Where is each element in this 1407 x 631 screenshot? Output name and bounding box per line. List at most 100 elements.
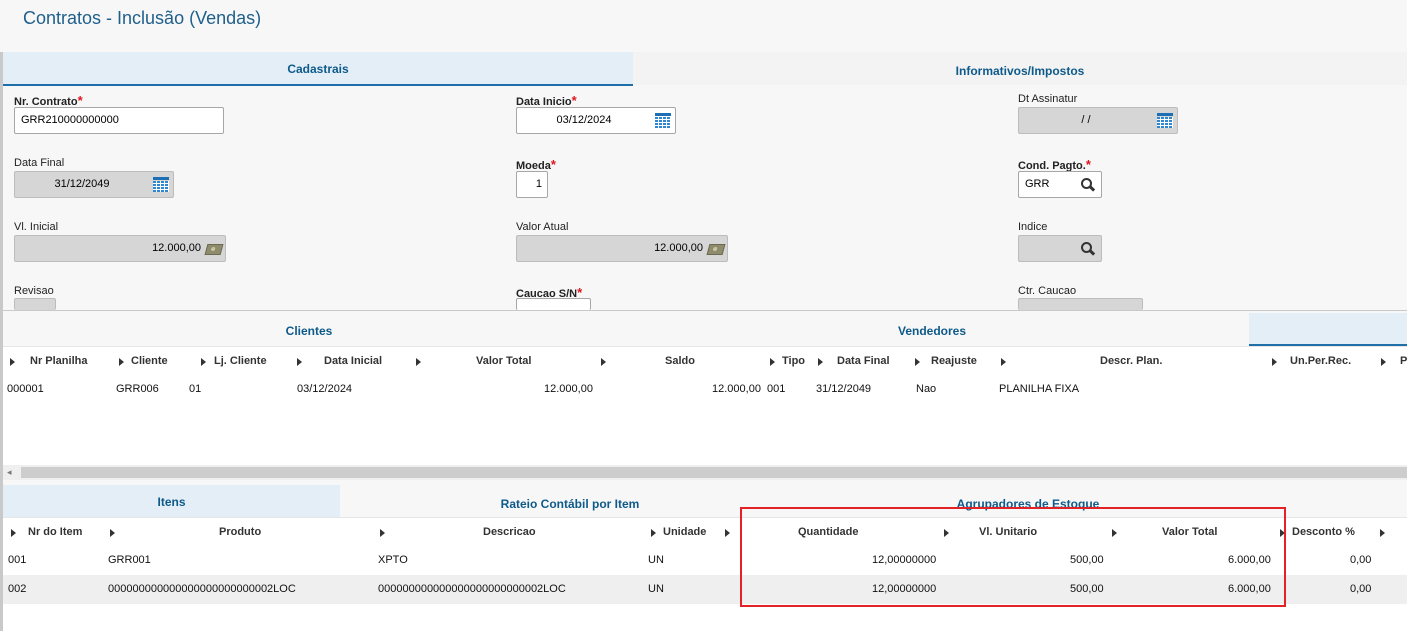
cell: 000000000000000000000000002LOC	[108, 583, 296, 595]
column-arrow-icon[interactable]	[416, 358, 421, 366]
calendar-icon[interactable]	[153, 177, 169, 192]
calendar-icon[interactable]	[1157, 113, 1173, 128]
cond-pagto-input[interactable]: GRR	[1018, 171, 1102, 198]
cell: Nao	[916, 383, 937, 395]
tab-cadastrais[interactable]: Cadastrais	[3, 52, 633, 86]
tab-clientes[interactable]: Clientes	[3, 314, 615, 346]
column-arrow-icon[interactable]	[119, 358, 124, 366]
tab-itens[interactable]: Itens	[3, 485, 340, 519]
column-arrow-icon[interactable]	[10, 358, 15, 366]
col-data-final[interactable]: Data Final	[837, 347, 890, 375]
caucao-select[interactable]	[516, 298, 591, 310]
data-inicio-label: Data Inicio*	[516, 93, 577, 108]
data-inicio-value: 03/12/2024	[556, 114, 612, 126]
col-un-per-rec[interactable]: Un.Per.Rec.	[1290, 347, 1351, 375]
cell: 03/12/2024	[297, 383, 353, 395]
col-saldo[interactable]: Saldo	[665, 347, 695, 375]
cond-pagto-label: Cond. Pagto.*	[1018, 157, 1091, 172]
column-arrow-icon[interactable]	[380, 529, 385, 537]
cell: 000000000000000000000000002LOC	[378, 583, 566, 595]
scrollbar-thumb[interactable]	[21, 467, 1407, 478]
moeda-input[interactable]: 1	[516, 171, 548, 198]
dt-assinatur-input[interactable]: / /	[1018, 107, 1178, 134]
cell: 12.000,00	[544, 383, 593, 395]
highlight-box	[740, 507, 1286, 607]
indice-label: Indice	[1018, 221, 1048, 233]
scroll-left-icon[interactable]: ◂	[7, 465, 12, 480]
vl-inicial-value: 12.000,00	[152, 242, 201, 254]
nr-contrato-label: Nr. Contrato*	[14, 93, 83, 108]
column-arrow-icon[interactable]	[725, 529, 730, 537]
search-icon[interactable]	[1081, 242, 1096, 256]
revisao-input[interactable]	[14, 298, 56, 310]
data-final-value: 31/12/2049	[54, 178, 110, 190]
cell: 0,00	[1350, 583, 1372, 595]
col-nr-do-item[interactable]: Nr do Item	[28, 518, 82, 546]
column-arrow-icon[interactable]	[770, 358, 775, 366]
col-valor-total[interactable]: Valor Total	[476, 347, 531, 375]
revisao-label: Revisao	[14, 285, 54, 297]
cell: 001	[767, 383, 786, 395]
col-descr-plan[interactable]: Descr. Plan.	[1100, 347, 1162, 375]
column-arrow-icon[interactable]	[1381, 358, 1386, 366]
column-arrow-icon[interactable]	[110, 529, 115, 537]
planilha-grid-header: Nr Planilha Cliente Lj. Cliente Data Ini…	[3, 346, 1407, 376]
data-inicio-input[interactable]: 03/12/2024	[516, 107, 676, 134]
indice-input[interactable]	[1018, 235, 1102, 262]
cell: 000001	[7, 383, 44, 395]
col-desconto[interactable]: Desconto %	[1292, 518, 1355, 546]
tab-active-partial[interactable]	[1249, 313, 1407, 346]
divider	[3, 310, 1407, 311]
page-title: Contratos - Inclusão (Vendas)	[23, 8, 262, 28]
column-arrow-icon[interactable]	[1272, 358, 1277, 366]
cell: GRR006	[116, 383, 159, 395]
vl-inicial-input[interactable]: 12.000,00	[14, 235, 226, 262]
cell: 001	[8, 554, 27, 566]
calendar-icon[interactable]	[655, 113, 671, 128]
col-cliente[interactable]: Cliente	[131, 347, 168, 375]
column-arrow-icon[interactable]	[1001, 358, 1006, 366]
cell: PLANILHA FIXA	[999, 383, 1080, 395]
col-data-inicial[interactable]: Data Inicial	[324, 347, 382, 375]
column-arrow-icon[interactable]	[297, 358, 302, 366]
column-arrow-icon[interactable]	[11, 529, 16, 537]
column-arrow-icon[interactable]	[201, 358, 206, 366]
table-row[interactable]: 000001 GRR006 01 03/12/2024 12.000,00 12…	[3, 375, 1407, 404]
vl-inicial-label: Vl. Inicial	[14, 221, 59, 233]
col-lj-cliente[interactable]: Lj. Cliente	[214, 347, 267, 375]
tab-rateio-contabil[interactable]: Rateio Contábil por Item	[400, 487, 740, 519]
money-icon	[706, 244, 726, 255]
col-tipo[interactable]: Tipo	[782, 347, 805, 375]
cell: 01	[189, 383, 202, 395]
column-arrow-icon[interactable]	[915, 358, 920, 366]
data-final-label: Data Final	[14, 157, 65, 169]
column-arrow-icon[interactable]	[818, 358, 823, 366]
tab-vendedores[interactable]: Vendedores	[615, 314, 1249, 346]
moeda-label: Moeda*	[516, 157, 556, 172]
valor-atual-label: Valor Atual	[516, 221, 569, 233]
dt-assinatur-value: / /	[1081, 114, 1091, 126]
cell: UN	[648, 583, 664, 595]
col-descricao[interactable]: Descricao	[483, 518, 536, 546]
col-p[interactable]: P	[1400, 347, 1407, 375]
cell: GRR001	[108, 554, 151, 566]
col-reajuste[interactable]: Reajuste	[931, 347, 977, 375]
ctr-caucao-input[interactable]	[1018, 298, 1143, 310]
cell: UN	[648, 554, 664, 566]
column-arrow-icon[interactable]	[601, 358, 606, 366]
valor-atual-input[interactable]: 12.000,00	[516, 235, 728, 262]
column-arrow-icon[interactable]	[1380, 529, 1385, 537]
col-nr-planilha[interactable]: Nr Planilha	[30, 347, 87, 375]
data-final-input[interactable]: 31/12/2049	[14, 171, 174, 198]
cell: 0,00	[1350, 554, 1372, 566]
search-icon[interactable]	[1081, 178, 1096, 192]
column-arrow-icon[interactable]	[651, 529, 656, 537]
tab-informativos-impostos[interactable]: Informativos/Impostos	[633, 54, 1407, 86]
col-unidade[interactable]: Unidade	[663, 518, 706, 546]
cell: 002	[8, 583, 27, 595]
top-tab-bar: Cadastrais Informativos/Impostos	[3, 52, 1407, 86]
money-icon	[204, 244, 224, 255]
col-produto[interactable]: Produto	[219, 518, 261, 546]
horizontal-scrollbar[interactable]: ◂	[3, 465, 1407, 480]
nr-contrato-input[interactable]: GRR210000000000	[14, 107, 224, 134]
